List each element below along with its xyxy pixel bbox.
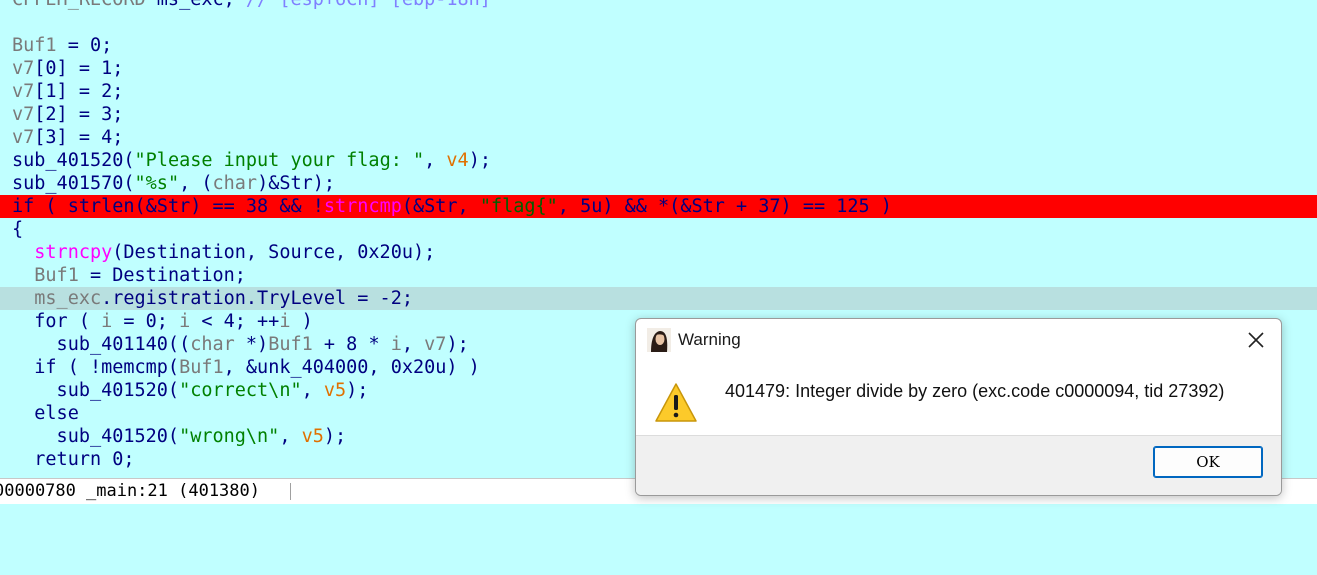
code-line-breakpoint[interactable]: if ( strlen(&Str) == 38 && !strncmp(&Str…: [0, 195, 1317, 218]
code-line-v7-3[interactable]: v7[3] = 4;: [0, 126, 1317, 149]
warning-triangle-icon: [655, 383, 697, 422]
code-line-buf1-assign[interactable]: Buf1 = Destination;: [0, 264, 1317, 287]
code-line-v7-2[interactable]: v7[2] = 3;: [0, 103, 1317, 126]
dialog-footer: OK: [636, 435, 1281, 495]
dialog-message: 401479: Integer divide by zero (exc.code…: [725, 381, 1225, 401]
code-line-v7-1[interactable]: v7[1] = 2;: [0, 80, 1317, 103]
status-address: 00000780: [0, 481, 76, 501]
warning-dialog: Warning 401479: Integer divide by zero (…: [635, 318, 1282, 496]
code-line-strncpy[interactable]: strncpy(Destination, Source, 0x20u);: [0, 241, 1317, 264]
dialog-title-bar[interactable]: Warning: [636, 319, 1281, 361]
code-line-blank[interactable]: [0, 11, 1317, 34]
avatar-icon: [647, 328, 671, 352]
ok-button[interactable]: OK: [1153, 446, 1263, 478]
code-line-buf1-init[interactable]: Buf1 = 0;: [0, 34, 1317, 57]
code-line-scanf[interactable]: sub_401570("%s", (char)&Str);: [0, 172, 1317, 195]
status-location: _main:21 (401380): [86, 481, 260, 501]
close-icon[interactable]: [1243, 327, 1269, 353]
dialog-title: Warning: [678, 330, 741, 349]
code-line-v7-0[interactable]: v7[0] = 1;: [0, 57, 1317, 80]
code-line-prompt[interactable]: sub_401520("Please input your flag: ", v…: [0, 149, 1317, 172]
status-separator: [290, 483, 291, 500]
code-line-declaration[interactable]: CPPEH_RECORD ms_exc; // [esp+6Ch] [ebp-1…: [0, 0, 1317, 11]
code-line-open-brace[interactable]: {: [0, 218, 1317, 241]
code-line-current[interactable]: ms_exc.registration.TryLevel = -2;: [0, 287, 1317, 310]
